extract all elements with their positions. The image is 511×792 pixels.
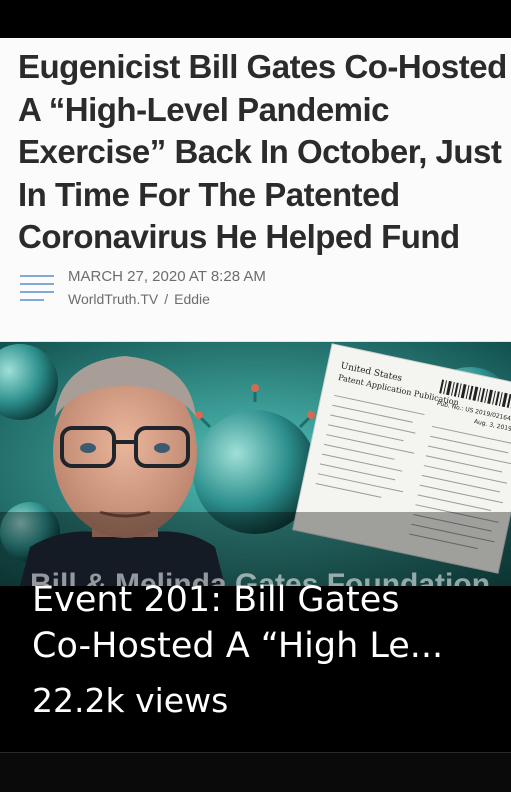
video-title[interactable]: Event 201: Bill Gates Co-Hosted A “High … xyxy=(32,577,502,669)
article-headline[interactable]: Eugenicist Bill Gates Co-Hosted A “High-… xyxy=(18,46,511,259)
article-byline: WorldTruth.TV / Eddie xyxy=(68,291,210,307)
article-meta: MARCH 27, 2020 AT 8:28 AM WorldTruth.TV /… xyxy=(18,268,498,312)
view-count: 22.2k views xyxy=(32,681,229,720)
headline-line: Eugenicist Bill Gates Co-Hosted xyxy=(18,48,507,85)
video-title-line: Co-Hosted A “High Le... xyxy=(32,626,444,666)
headline-line: In Time For The Patented xyxy=(18,175,400,213)
headline-line: Coronavirus He Helped Fund xyxy=(18,218,460,255)
author-link[interactable]: Eddie xyxy=(174,291,210,307)
hamburger-lines-icon xyxy=(20,275,54,301)
article-preview[interactable]: Eugenicist Bill Gates Co-Hosted A “High-… xyxy=(0,38,511,342)
article-date: MARCH 27, 2020 AT 8:28 AM xyxy=(68,268,266,285)
video-title-line: Event 201: Bill Gates xyxy=(32,580,400,620)
headline-line: Exercise” Back In October, Just xyxy=(18,133,502,170)
source-link[interactable]: WorldTruth.TV xyxy=(68,291,158,307)
status-bar xyxy=(0,0,511,38)
byline-separator: / xyxy=(164,291,169,307)
video-thumbnail[interactable]: United States Patent Application Publica… xyxy=(0,342,511,586)
headline-line: A “High-Level Pandemic xyxy=(18,90,390,128)
thumbnail-image: United States Patent Application Publica… xyxy=(0,342,511,586)
bottom-bar xyxy=(0,753,511,792)
